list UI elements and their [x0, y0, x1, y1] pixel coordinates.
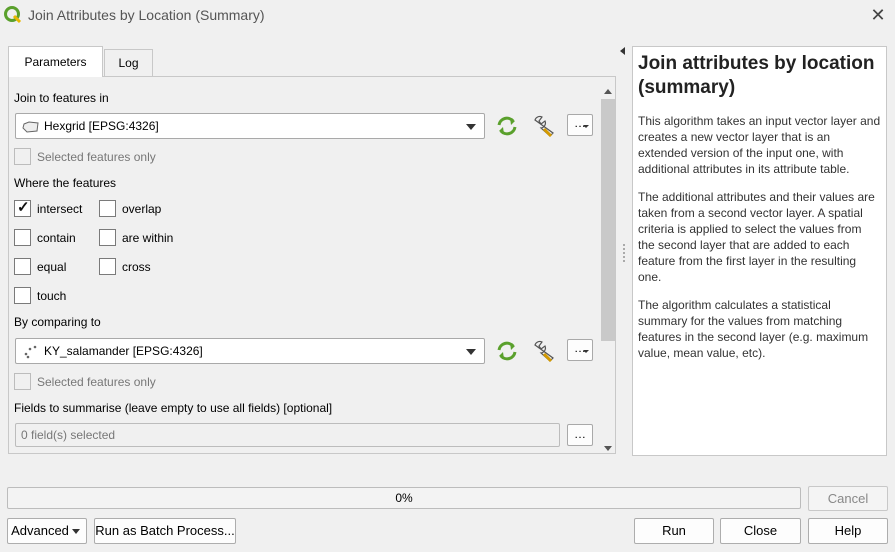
tab-log[interactable]: Log [104, 49, 153, 76]
fields-label: Fields to summarise (leave empty to use … [14, 401, 333, 415]
cancel-button[interactable]: Cancel [808, 486, 888, 511]
join-selected-only-checkbox[interactable] [14, 148, 31, 165]
params-scrollbar[interactable] [600, 85, 615, 453]
point-layer-icon [24, 345, 37, 359]
checkmark-icon: ✓ [17, 199, 30, 216]
join-options-button[interactable]: … [567, 114, 593, 136]
join-layer-combo[interactable]: Hexgrid [EPSG:4326] [15, 113, 485, 139]
wrench-icon[interactable] [530, 113, 556, 139]
help-paragraph: The additional attributes and their valu… [638, 190, 875, 284]
splitter-handle[interactable] [623, 244, 625, 262]
are-within-label: are within [122, 231, 174, 245]
polygon-layer-icon [22, 121, 39, 133]
title-bar: Join Attributes by Location (Summary) ✕ [0, 0, 895, 31]
parameters-panel: Join to features in Hexgrid [EPSG:4326] … [8, 76, 616, 454]
compare-layer-combo[interactable]: KY_salamander [EPSG:4326] [15, 338, 485, 364]
touch-label: touch [37, 289, 67, 303]
equal-checkbox[interactable] [14, 258, 31, 275]
scrollbar-thumb[interactable] [601, 99, 615, 341]
join-selected-only-label: Selected features only [37, 150, 156, 164]
chevron-down-icon [583, 350, 589, 353]
cross-checkbox[interactable] [99, 258, 116, 275]
compare-selected-only-checkbox[interactable] [14, 373, 31, 390]
overlap-checkbox[interactable] [99, 200, 116, 217]
scroll-up-icon[interactable] [604, 89, 612, 94]
run-batch-button[interactable]: Run as Batch Process... [94, 518, 236, 544]
run-button[interactable]: Run [634, 518, 714, 544]
compare-label: By comparing to [14, 315, 101, 329]
are-within-checkbox[interactable] [99, 229, 116, 246]
close-button[interactable]: Close [720, 518, 801, 544]
close-window-icon[interactable]: ✕ [867, 4, 889, 26]
help-title: Join attributes by location (summary) [638, 53, 875, 98]
tab-parameters[interactable]: Parameters [8, 46, 103, 77]
window-title: Join Attributes by Location (Summary) [28, 7, 265, 23]
fields-input[interactable]: 0 field(s) selected [15, 423, 560, 447]
qgis-logo-icon [4, 6, 22, 24]
help-paragraph: This algorithm takes an input vector lay… [638, 114, 881, 176]
where-label: Where the features [14, 176, 117, 190]
contain-checkbox[interactable] [14, 229, 31, 246]
compare-layer-value: KY_salamander [EPSG:4326] [44, 344, 203, 358]
touch-checkbox[interactable] [14, 287, 31, 304]
progress-bar: 0% [7, 487, 801, 509]
scroll-down-icon[interactable] [604, 446, 612, 451]
cross-label: cross [122, 260, 151, 274]
overlap-label: overlap [122, 202, 162, 216]
intersect-checkbox[interactable]: ✓ [14, 199, 31, 217]
iterate-icon[interactable] [494, 113, 520, 139]
intersect-label: intersect [37, 202, 83, 216]
collapse-help-icon[interactable] [620, 47, 625, 55]
contain-label: contain [37, 231, 76, 245]
help-button[interactable]: Help [808, 518, 888, 544]
chevron-down-icon [466, 349, 476, 355]
iterate-icon[interactable] [494, 338, 520, 364]
advanced-button[interactable]: Advanced [7, 518, 87, 544]
chevron-down-icon [72, 529, 80, 534]
equal-label: equal [37, 260, 67, 274]
compare-options-button[interactable]: … [567, 339, 593, 361]
compare-selected-only-label: Selected features only [37, 375, 156, 389]
help-panel: Join attributes by location (summary) Th… [632, 46, 887, 456]
chevron-down-icon [466, 124, 476, 130]
chevron-down-icon [583, 125, 589, 128]
wrench-icon[interactable] [530, 338, 556, 364]
help-paragraph: The algorithm calculates a statistical s… [638, 298, 869, 360]
join-label: Join to features in [14, 91, 109, 105]
fields-browse-button[interactable]: … [567, 424, 593, 446]
join-layer-value: Hexgrid [EPSG:4326] [44, 119, 159, 133]
